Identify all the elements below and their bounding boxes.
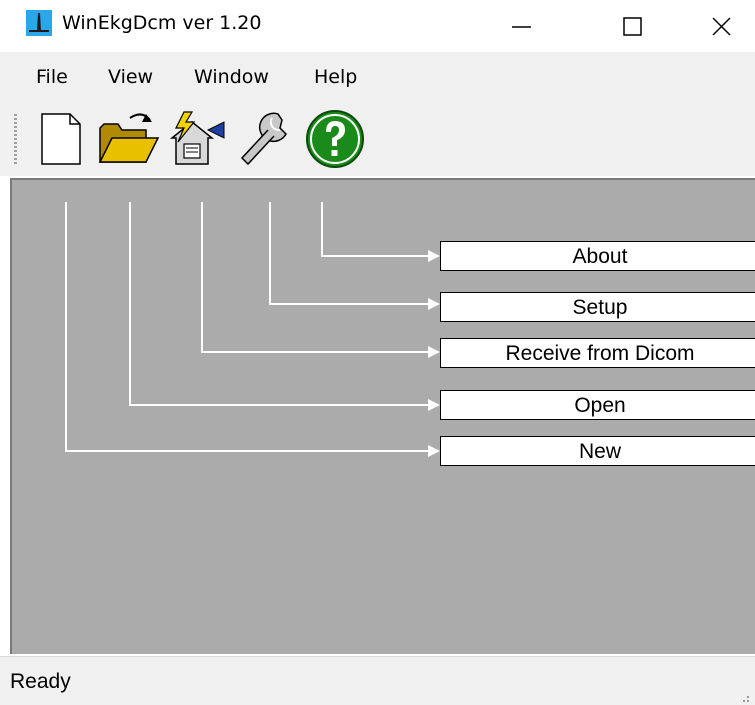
open-arrowhead [428, 399, 440, 411]
status-bar: Ready [0, 656, 755, 705]
status-text: Ready [10, 670, 71, 693]
new-label: New [440, 436, 755, 466]
setup-label: Setup [440, 292, 755, 322]
about-arrowhead [428, 250, 440, 262]
new-callout-line [65, 202, 430, 452]
new-arrowhead [428, 445, 440, 457]
open-label: Open [440, 390, 755, 420]
receive-arrowhead [428, 346, 440, 358]
about-callout-line [321, 202, 430, 257]
setup-arrowhead [428, 298, 440, 310]
receive-callout-line [201, 202, 430, 353]
about-label: About [440, 241, 755, 271]
setup-callout-line [269, 202, 430, 305]
resize-grip-icon[interactable] [736, 691, 750, 703]
receive-label: Receive from Dicom [440, 338, 755, 368]
